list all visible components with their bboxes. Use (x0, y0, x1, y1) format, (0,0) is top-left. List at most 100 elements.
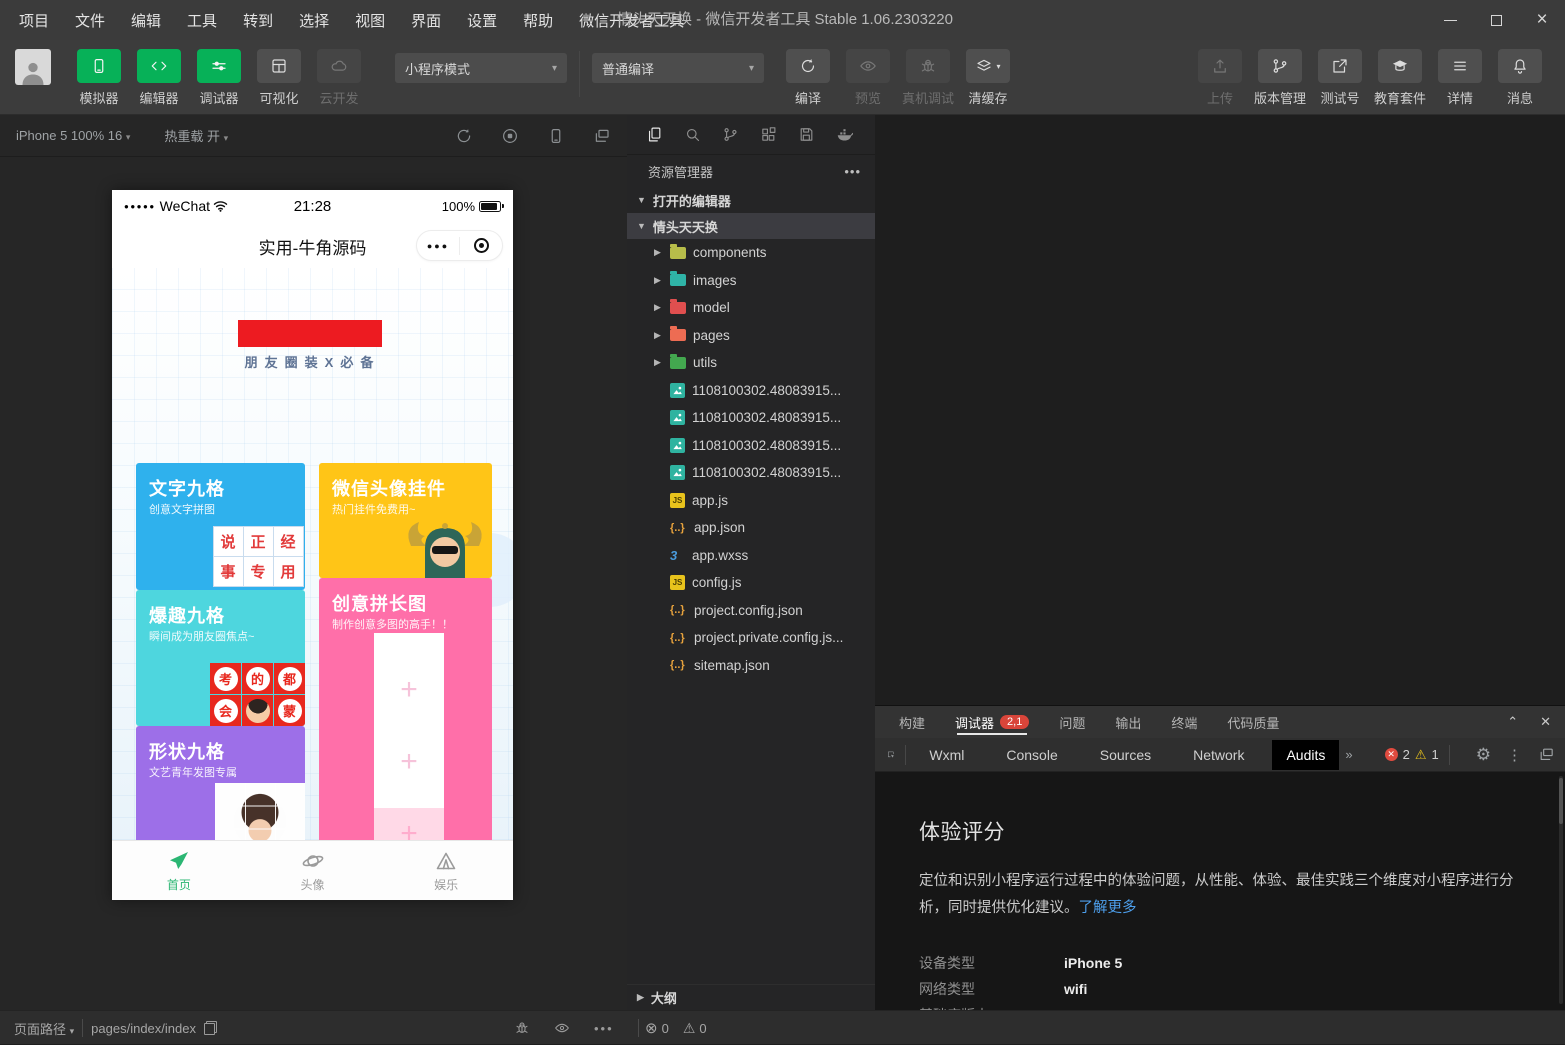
card-avatar-widget[interactable]: 微信头像挂件 热门挂件免费用~ (319, 463, 492, 578)
debug-tab-输出[interactable]: 输出 (1115, 706, 1141, 738)
menu-item-2[interactable]: 编辑 (118, 10, 174, 31)
tree-item-pages[interactable]: ▶ pages (627, 322, 875, 350)
menu-item-0[interactable]: 项目 (6, 10, 62, 31)
page-path-dropdown[interactable]: 页面路径 ▾ (14, 1019, 74, 1038)
toolbar-button-清缓存[interactable]: ▾ 清缓存 (958, 49, 1018, 107)
card-fun-grid[interactable]: 爆趣九格 瞬间成为朋友圈焦点~ 考的都会蒙 (136, 590, 305, 726)
debug-tab-调试器[interactable]: 调试器2,1 (955, 706, 1029, 738)
multi-window-icon[interactable] (593, 127, 611, 145)
toolbar-button-上传[interactable]: 上传 (1190, 49, 1250, 107)
menu-item-5[interactable]: 选择 (286, 10, 342, 31)
debug-tab-问题[interactable]: 问题 (1059, 706, 1085, 738)
tree-item-1108100302.48083915...[interactable]: 1108100302.48083915... (627, 377, 875, 405)
restart-icon[interactable] (455, 127, 473, 145)
promo-banner[interactable] (238, 320, 382, 347)
toolbar-button-预览[interactable]: 预览 (838, 49, 898, 107)
card-shape-grid[interactable]: 形状九格 文艺青年发图专属 (136, 726, 305, 853)
source-control-icon[interactable] (722, 126, 739, 143)
card-text-grid[interactable]: 文字九格 创意文字拼图 说正经事专用 (136, 463, 305, 590)
more-icon[interactable]: ●●● (417, 241, 459, 251)
toolbar-button-编译[interactable]: 编译 (778, 49, 838, 107)
tree-item-1108100302.48083915...[interactable]: 1108100302.48083915... (627, 432, 875, 460)
close-panel-icon[interactable]: ✕ (1540, 714, 1551, 730)
dock-side-icon[interactable] (1538, 746, 1555, 763)
save-icon[interactable] (798, 126, 815, 143)
capsule-menu[interactable]: ●●● (416, 230, 503, 261)
menu-item-8[interactable]: 设置 (454, 10, 510, 31)
section-open-editors[interactable]: ▼ 打开的编辑器 (627, 187, 875, 213)
toolbar-button-云开发[interactable]: 云开发 (309, 49, 369, 107)
toolbar-button-详情[interactable]: 详情 (1430, 49, 1490, 107)
learn-more-link[interactable]: 了解更多 (1079, 900, 1137, 916)
debug-tab-构建[interactable]: 构建 (899, 706, 925, 738)
toolbar-button-教育套件[interactable]: 教育套件 (1370, 49, 1430, 107)
tab-首页[interactable]: 首页 (112, 841, 246, 900)
menu-item-6[interactable]: 视图 (342, 10, 398, 31)
hot-reload-toggle[interactable]: 热重载 开 ▾ (164, 126, 228, 145)
card-long-image[interactable]: 创意拼长图 制作创意多图的高手！！ + + + 展示图 (319, 578, 492, 884)
devtools-tab-Console[interactable]: Console (992, 740, 1071, 770)
tree-item-components[interactable]: ▶ components (627, 239, 875, 267)
ellipsis-icon[interactable]: ••• (594, 1021, 614, 1036)
tree-item-project.private.config.js...[interactable]: {..}project.private.config.js... (627, 624, 875, 652)
mode-select[interactable]: 小程序模式 ▾ (395, 53, 567, 83)
maximize-button[interactable] (1473, 0, 1519, 40)
toolbar-button-可视化[interactable]: 可视化 (249, 49, 309, 107)
outline-section[interactable]: ▶ 大纲 (627, 984, 875, 1010)
toolbar-button-版本管理[interactable]: 版本管理 (1250, 49, 1310, 107)
tree-item-config.js[interactable]: JSconfig.js (627, 569, 875, 597)
extensions-icon[interactable] (760, 126, 777, 143)
inspect-element-icon[interactable] (887, 746, 895, 763)
devtools-tab-Wxml[interactable]: Wxml (915, 740, 978, 770)
debug-tab-终端[interactable]: 终端 (1171, 706, 1197, 738)
close-target-icon[interactable] (460, 238, 502, 253)
status-error-count[interactable]: ⊗0 (645, 1019, 669, 1037)
close-button[interactable]: × (1519, 0, 1565, 40)
menu-item-9[interactable]: 帮助 (510, 10, 566, 31)
scrollbar[interactable] (1559, 776, 1563, 1004)
device-select[interactable]: iPhone 5 100% 16 ▾ (16, 128, 130, 143)
minimize-button[interactable] (1427, 0, 1473, 40)
settings-gear-icon[interactable]: ⚙ (1476, 745, 1491, 765)
avatar[interactable] (15, 49, 51, 85)
tree-item-app.wxss[interactable]: 3app.wxss (627, 542, 875, 570)
tree-item-model[interactable]: ▶ model (627, 294, 875, 322)
devtools-tab-Audits[interactable]: Audits (1272, 740, 1339, 770)
console-counts[interactable]: ✕ 2 ⚠ 1 (1385, 747, 1439, 763)
compile-select[interactable]: 普通编译 ▾ (592, 53, 764, 83)
docker-whale-icon[interactable] (836, 126, 853, 143)
tree-item-images[interactable]: ▶ images (627, 267, 875, 295)
tree-item-1108100302.48083915...[interactable]: 1108100302.48083915... (627, 404, 875, 432)
copy-icon[interactable] (204, 1021, 217, 1035)
tree-item-1108100302.48083915...[interactable]: 1108100302.48083915... (627, 459, 875, 487)
more-tabs-icon[interactable]: » (1345, 747, 1352, 762)
eye-icon[interactable] (554, 1020, 570, 1036)
menu-item-7[interactable]: 界面 (398, 10, 454, 31)
tab-娱乐[interactable]: 娱乐 (379, 841, 513, 900)
toolbar-button-真机调试[interactable]: 真机调试 (898, 49, 958, 107)
toolbar-button-测试号[interactable]: 测试号 (1310, 49, 1370, 107)
section-project-root[interactable]: ▼ 情头天天换 (627, 213, 875, 239)
record-icon[interactable] (501, 127, 519, 145)
device-frame-icon[interactable] (547, 127, 565, 145)
toolbar-button-编辑器[interactable]: 编辑器 (129, 49, 189, 107)
tab-头像[interactable]: 头像 (246, 841, 380, 900)
menu-item-3[interactable]: 工具 (174, 10, 230, 31)
bug-icon[interactable] (514, 1020, 530, 1036)
tree-item-project.config.json[interactable]: {..}project.config.json (627, 597, 875, 625)
files-icon[interactable] (646, 126, 663, 143)
devtools-tab-Network[interactable]: Network (1179, 740, 1258, 770)
toolbar-button-消息[interactable]: 消息 (1490, 49, 1550, 107)
kebab-menu-icon[interactable]: ⋮ (1507, 746, 1522, 764)
status-warning-count[interactable]: ⚠0 (683, 1020, 707, 1037)
devtools-tab-Sources[interactable]: Sources (1086, 740, 1165, 770)
more-actions-icon[interactable]: ••• (844, 164, 861, 179)
debug-tab-代码质量[interactable]: 代码质量 (1227, 706, 1279, 738)
tree-item-utils[interactable]: ▶ utils (627, 349, 875, 377)
menu-item-1[interactable]: 文件 (62, 10, 118, 31)
tree-item-app.js[interactable]: JSapp.js (627, 487, 875, 515)
menu-item-4[interactable]: 转到 (230, 10, 286, 31)
toolbar-button-模拟器[interactable]: 模拟器 (69, 49, 129, 107)
search-icon[interactable] (684, 126, 701, 143)
collapse-panel-icon[interactable]: ⌃ (1507, 714, 1518, 730)
